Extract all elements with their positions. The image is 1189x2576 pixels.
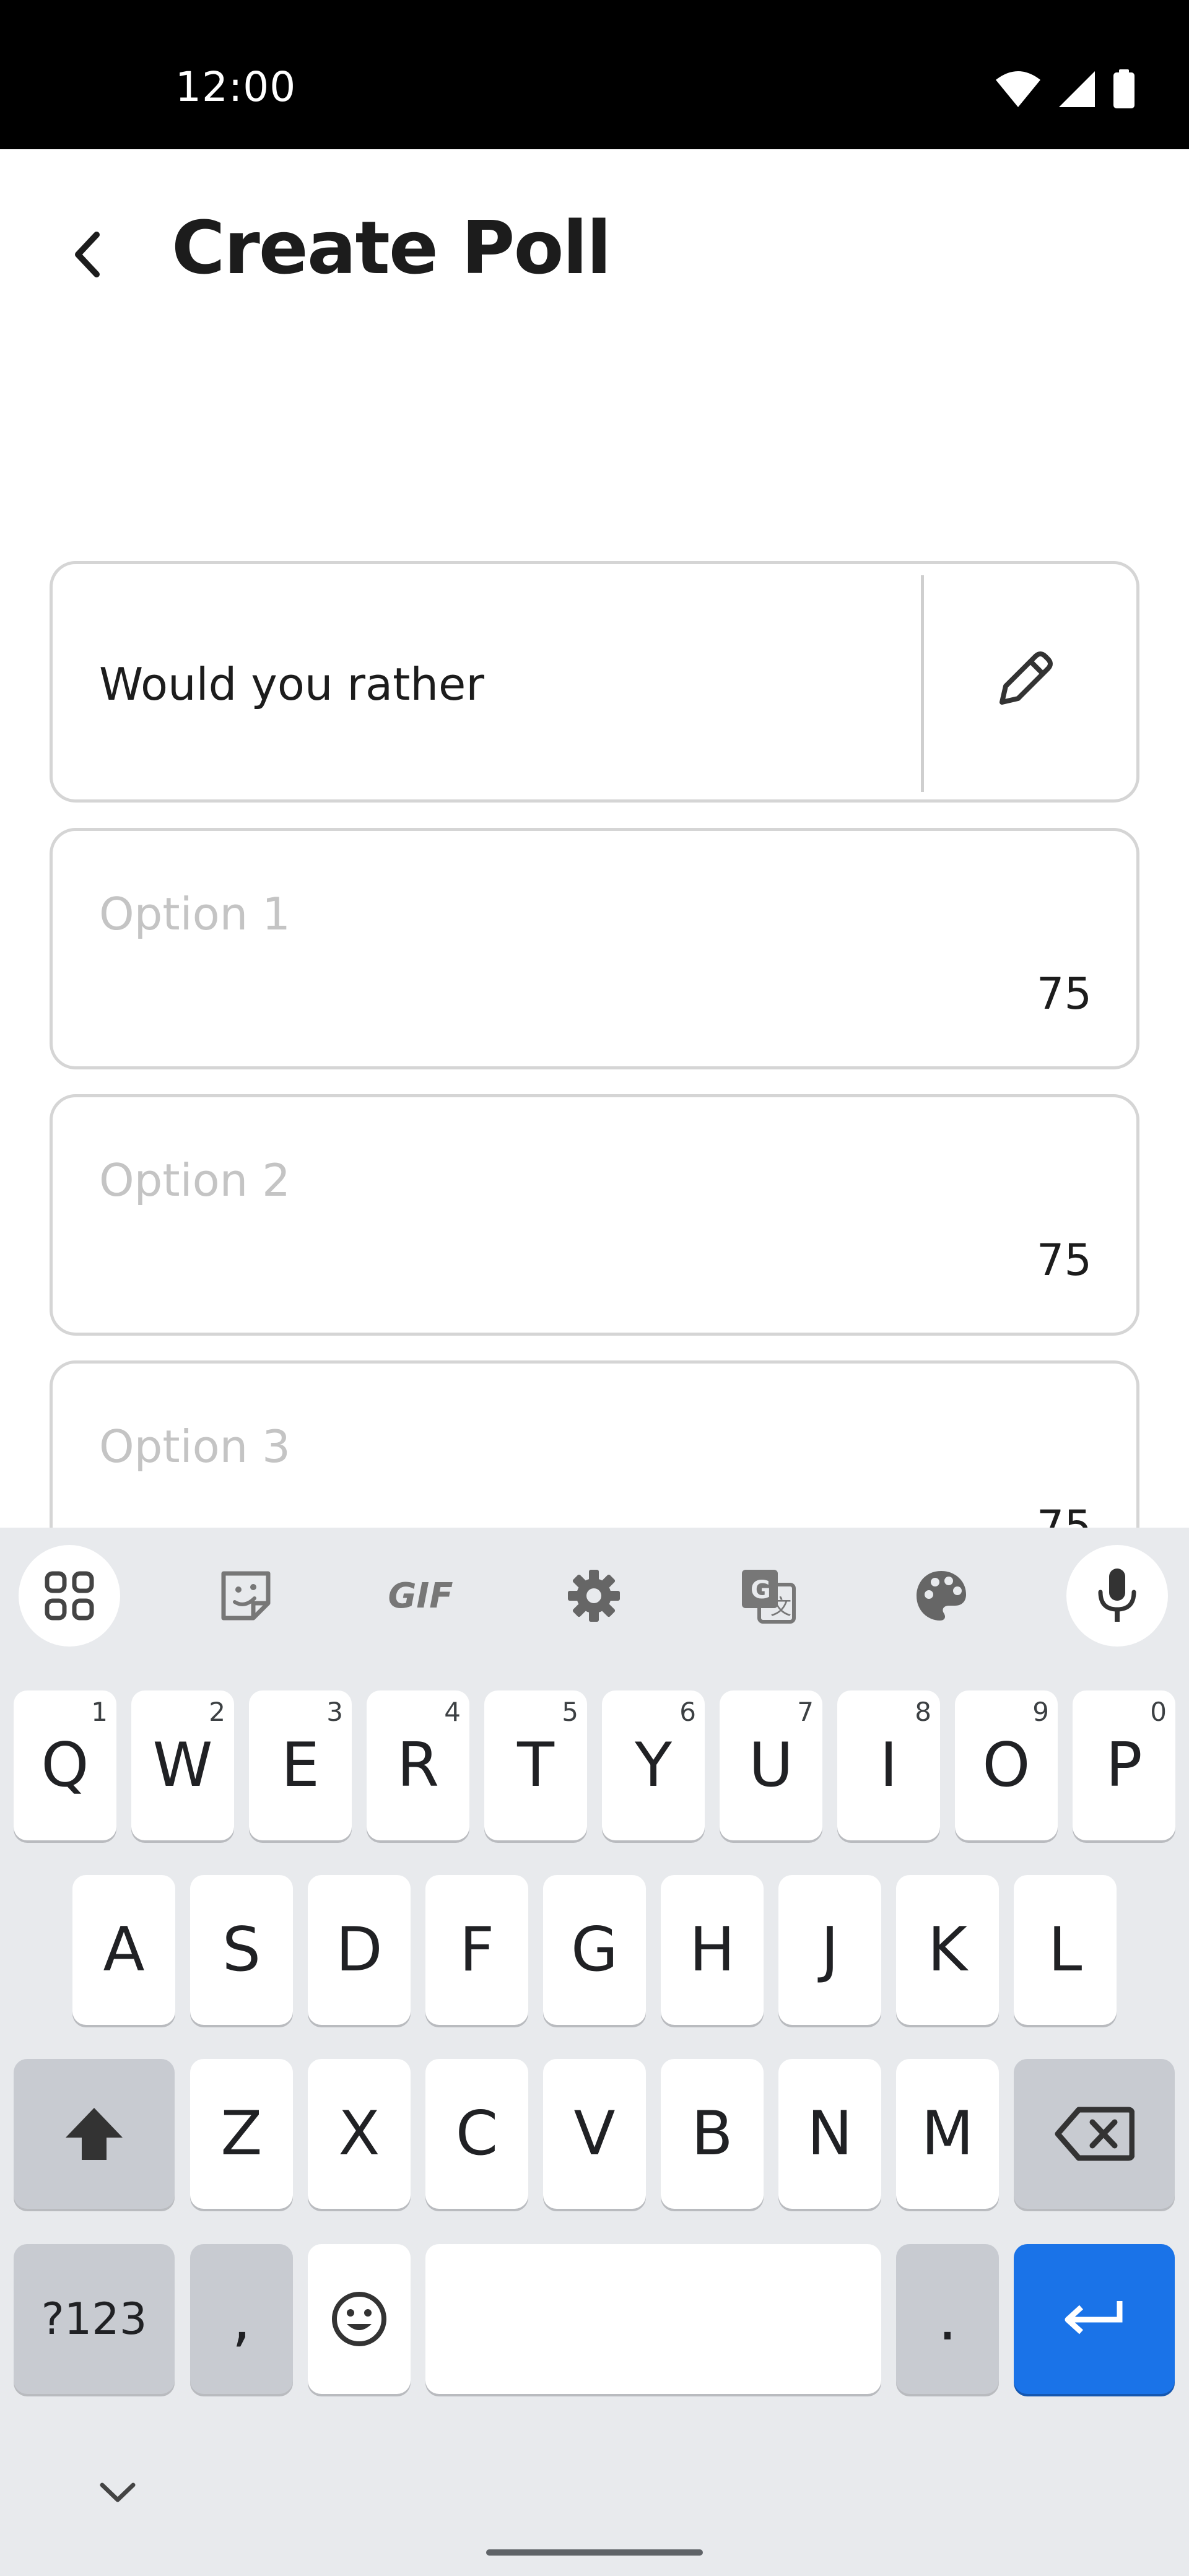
emoji-key[interactable]: [308, 2244, 411, 2394]
backspace-icon: [1055, 2107, 1135, 2161]
status-bar: 12:00: [0, 0, 1189, 149]
sticker-button[interactable]: [195, 1545, 297, 1647]
voice-input-button[interactable]: [1066, 1545, 1168, 1647]
edit-question-button[interactable]: [988, 645, 1059, 716]
option-2-input[interactable]: Option 2: [99, 1154, 290, 1206]
backspace-key[interactable]: [1014, 2059, 1175, 2209]
key-i[interactable]: I8: [837, 1690, 940, 1840]
gif-icon: GIF: [388, 1575, 453, 1616]
translate-button[interactable]: G 文: [717, 1545, 819, 1647]
key-x[interactable]: X: [308, 2059, 411, 2209]
apps-grid-button[interactable]: [19, 1545, 120, 1647]
sticker-icon: [221, 1571, 271, 1621]
on-screen-keyboard: GIF G 文 Q 1 W 2 E 3 R 4 T 5 Y 6 U 7 I 8 …: [0, 1528, 1189, 2576]
shift-icon: [66, 2108, 123, 2160]
comma-key[interactable]: ,: [190, 2244, 293, 2394]
key-n[interactable]: N: [778, 2059, 881, 2209]
key-a[interactable]: A: [72, 1875, 175, 2025]
key-y[interactable]: Y6: [602, 1690, 705, 1840]
key-v[interactable]: V: [543, 2059, 646, 2209]
palette-icon: [917, 1571, 966, 1621]
key-q[interactable]: Q1: [14, 1690, 116, 1840]
shift-key[interactable]: [14, 2059, 175, 2209]
apps-grid-icon: [45, 1571, 94, 1621]
key-b[interactable]: B: [661, 2059, 764, 2209]
status-time: 12:00: [175, 63, 297, 111]
key-p[interactable]: P0: [1073, 1690, 1175, 1840]
key-l[interactable]: L: [1014, 1875, 1117, 2025]
back-arrow-icon: [75, 232, 100, 277]
key-e[interactable]: E3: [249, 1690, 352, 1840]
hide-keyboard-chevron-icon[interactable]: [96, 2476, 139, 2507]
key-r[interactable]: R4: [367, 1690, 469, 1840]
option-3-input[interactable]: Option 3: [99, 1421, 290, 1473]
option-2-char-count: 75: [1036, 1235, 1092, 1286]
key-o[interactable]: O9: [955, 1690, 1058, 1840]
home-indicator[interactable]: [486, 2549, 703, 2556]
question-field[interactable]: Would you rather: [50, 561, 1139, 803]
keyboard-toolbar: GIF G 文: [0, 1528, 1189, 1664]
pencil-icon: [999, 651, 1053, 705]
status-icons: [995, 69, 1136, 109]
svg-text:文: 文: [770, 1595, 791, 1620]
key-w[interactable]: W2: [131, 1690, 234, 1840]
option-field-2[interactable]: Option 2 75: [50, 1094, 1139, 1336]
space-key[interactable]: [425, 2244, 881, 2394]
key-g[interactable]: G: [543, 1875, 646, 2025]
key-k[interactable]: K: [896, 1875, 999, 2025]
keyboard-settings-button[interactable]: [543, 1545, 645, 1647]
key-m[interactable]: M: [896, 2059, 999, 2209]
key-z[interactable]: Z: [190, 2059, 293, 2209]
symbols-key[interactable]: ?123: [14, 2244, 175, 2394]
key-s[interactable]: S: [190, 1875, 293, 2025]
key-u[interactable]: U7: [720, 1690, 822, 1840]
key-h[interactable]: H: [661, 1875, 764, 2025]
question-divider: [921, 575, 924, 792]
option-1-char-count: 75: [1036, 968, 1092, 1019]
enter-icon: [1065, 2301, 1123, 2334]
page-title: Create Poll: [172, 205, 611, 290]
key-j[interactable]: J: [778, 1875, 881, 2025]
microphone-icon: [1098, 1569, 1136, 1622]
option-field-1[interactable]: Option 1 75: [50, 828, 1139, 1069]
back-button[interactable]: [51, 217, 125, 292]
settings-icon: [568, 1570, 620, 1622]
gif-button[interactable]: GIF: [370, 1545, 471, 1647]
period-key[interactable]: .: [896, 2244, 999, 2394]
option-1-input[interactable]: Option 1: [99, 888, 290, 940]
question-input[interactable]: Would you rather: [99, 658, 484, 710]
battery-icon: [1113, 69, 1135, 108]
key-d[interactable]: D: [308, 1875, 411, 2025]
key-f[interactable]: F: [425, 1875, 528, 2025]
svg-text:G: G: [751, 1576, 771, 1604]
app-bar: Create Poll: [0, 149, 1189, 347]
signal-icon: [1059, 71, 1095, 107]
key-t[interactable]: T5: [484, 1690, 587, 1840]
enter-key[interactable]: [1014, 2244, 1175, 2394]
translate-icon: G 文: [742, 1570, 796, 1624]
key-c[interactable]: C: [425, 2059, 528, 2209]
theme-button[interactable]: [891, 1545, 992, 1647]
emoji-icon: [332, 2292, 386, 2346]
wifi-icon: [996, 71, 1040, 107]
